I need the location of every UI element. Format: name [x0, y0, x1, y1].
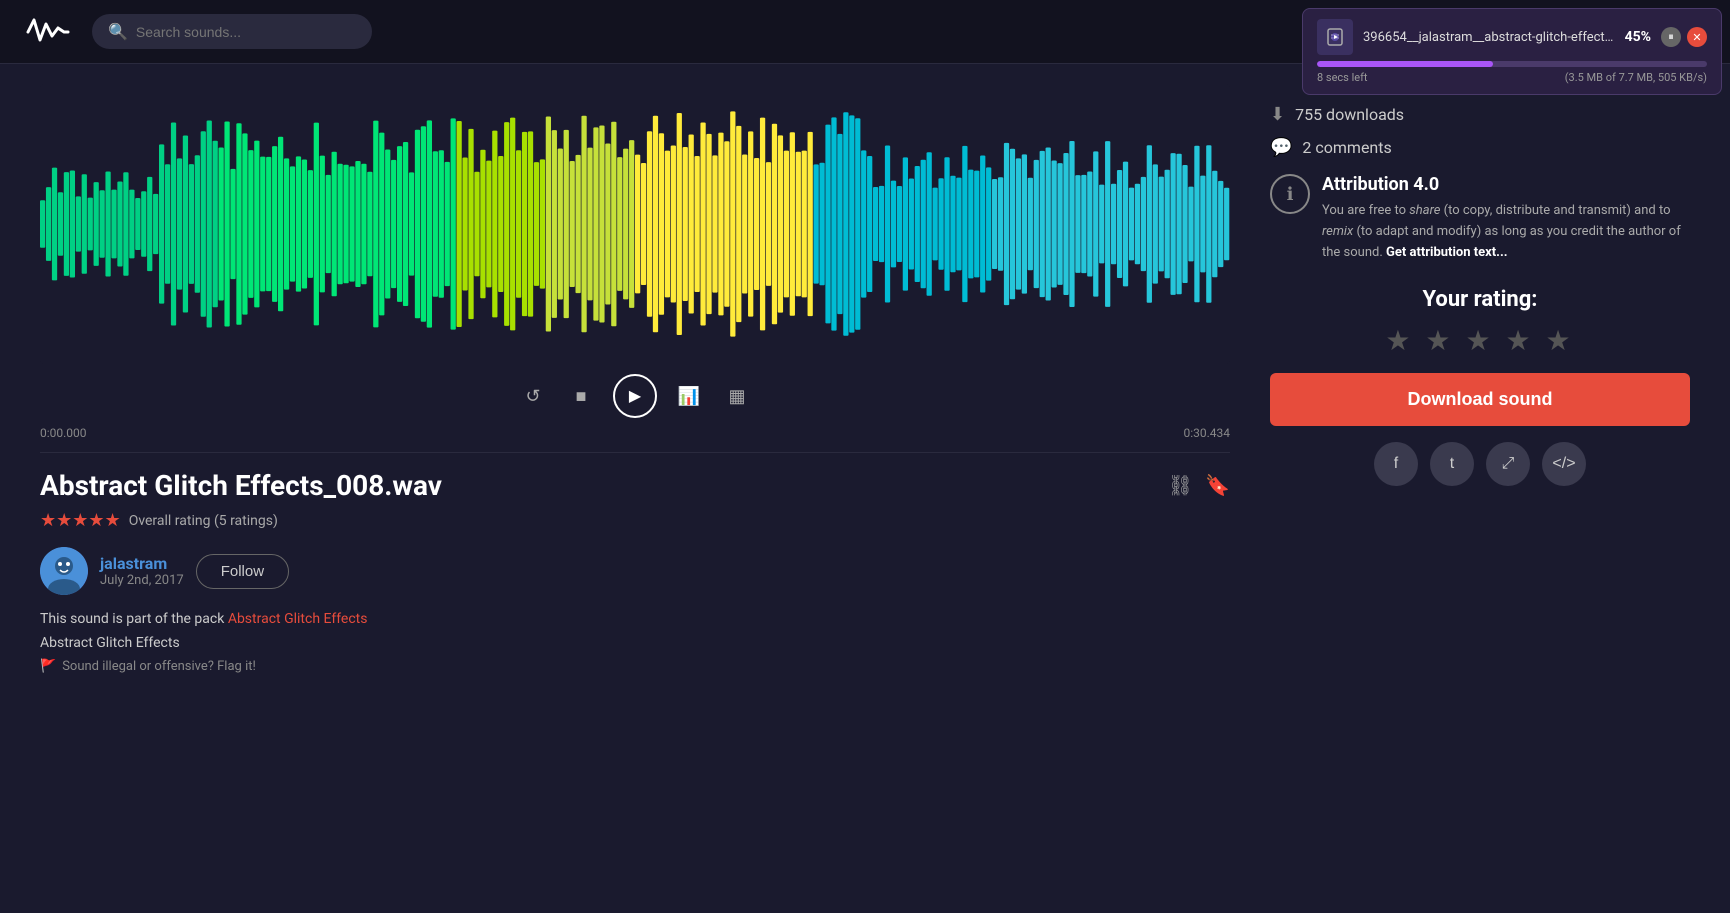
comment-icon: 💬 — [1270, 137, 1292, 158]
waveform-svg — [40, 84, 1230, 364]
popup-filename: 396654__jalastram__abstract-glitch-effec… — [1363, 30, 1615, 45]
volume-button[interactable]: 📊 — [673, 380, 705, 412]
share-button[interactable]: ⤢ — [1486, 442, 1530, 486]
main-content: ↺ ■ ▶ 📊 ▦ 0:00.000 0:30.434 Abstract Gli… — [0, 64, 1730, 694]
search-icon: 🔍 — [108, 22, 128, 41]
flag-icon: 🚩 — [40, 659, 56, 674]
embed-button[interactable]: </> — [1542, 442, 1586, 486]
downloads-count: 755 downloads — [1295, 105, 1404, 124]
comments-stat: 💬 2 comments — [1270, 137, 1690, 158]
popup-file-icon — [1317, 19, 1353, 55]
pack-info: This sound is part of the pack Abstract … — [40, 611, 1230, 627]
downloads-stat: ⬇ 755 downloads — [1270, 104, 1690, 125]
loop-button[interactable]: ↺ — [517, 380, 549, 412]
link-button[interactable]: ⛓ — [1168, 473, 1193, 498]
popup-time-left: 8 secs left — [1317, 71, 1368, 84]
facebook-share-button[interactable]: f — [1374, 442, 1418, 486]
flag-text: Sound illegal or offensive? Flag it! — [62, 659, 256, 674]
popup-pause-button[interactable]: ⏸ — [1661, 27, 1681, 47]
license-icon: ℹ — [1270, 174, 1310, 214]
progress-bar-fill — [1317, 61, 1493, 67]
sound-stars: ★★★★★ — [40, 510, 121, 531]
sidebar: ⬇ 755 downloads 💬 2 comments ℹ Attributi… — [1270, 84, 1690, 674]
attribution-link[interactable]: Get attribution text... — [1386, 245, 1508, 260]
time-start: 0:00.000 — [40, 426, 87, 440]
sound-title: Abstract Glitch Effects_008.wav — [40, 469, 442, 502]
rating-text: Overall rating (5 ratings) — [129, 513, 278, 529]
timeline: 0:00.000 0:30.434 — [40, 422, 1230, 453]
flag-row: 🚩 Sound illegal or offensive? Flag it! — [40, 659, 1230, 674]
share-row: f t ⤢ </> — [1270, 442, 1690, 486]
your-rating-label: Your rating: — [1270, 287, 1690, 312]
pack-name: Abstract Glitch Effects — [40, 635, 1230, 651]
search-input[interactable] — [136, 24, 356, 40]
license-content: Attribution 4.0 You are free to share (t… — [1322, 174, 1690, 263]
author-name-link[interactable]: jalastram — [100, 554, 167, 573]
popup-close-button[interactable]: ✕ — [1687, 27, 1707, 47]
sound-title-row: Abstract Glitch Effects_008.wav ⛓ 🔖 — [40, 469, 1230, 502]
pack-link[interactable]: Abstract Glitch Effects — [228, 611, 368, 627]
bookmark-button[interactable]: 🔖 — [1205, 473, 1230, 498]
author-row: jalastram July 2nd, 2017 Follow — [40, 547, 1230, 595]
download-progress-bar — [1317, 61, 1707, 67]
stop-button[interactable]: ■ — [565, 380, 597, 412]
sound-actions: ⛓ 🔖 — [1168, 473, 1230, 498]
download-button[interactable]: Download sound — [1270, 373, 1690, 426]
follow-button[interactable]: Follow — [196, 554, 289, 589]
time-end: 0:30.434 — [1183, 426, 1230, 440]
player-section: ↺ ■ ▶ 📊 ▦ 0:00.000 0:30.434 Abstract Gli… — [40, 84, 1230, 674]
avatar — [40, 547, 88, 595]
download-icon: ⬇ — [1270, 104, 1285, 125]
play-button[interactable]: ▶ — [613, 374, 657, 418]
your-rating-section: Your rating: ★ ★ ★ ★ ★ — [1270, 287, 1690, 357]
your-rating-stars[interactable]: ★ ★ ★ ★ ★ — [1270, 324, 1690, 357]
popup-size-info: (3.5 MB of 7.7 MB, 505 KB/s) — [1565, 71, 1707, 84]
comments-count: 2 comments — [1302, 138, 1391, 157]
twitter-share-button[interactable]: t — [1430, 442, 1474, 486]
rating-row: ★★★★★ Overall rating (5 ratings) — [40, 510, 1230, 531]
license-title: Attribution 4.0 — [1322, 174, 1690, 195]
license-text: You are free to share (to copy, distribu… — [1322, 201, 1690, 263]
author-date: July 2nd, 2017 — [100, 573, 184, 588]
player-controls: ↺ ■ ▶ 📊 ▦ — [40, 364, 1230, 422]
settings-button[interactable]: ▦ — [721, 380, 753, 412]
waveform-container[interactable] — [40, 84, 1230, 364]
download-popup: 396654__jalastram__abstract-glitch-effec… — [1302, 8, 1722, 95]
logo-icon[interactable] — [24, 12, 72, 52]
popup-percent: 45% — [1625, 29, 1651, 45]
search-bar[interactable]: 🔍 — [92, 14, 372, 49]
license-block: ℹ Attribution 4.0 You are free to share … — [1270, 174, 1690, 263]
author-info: jalastram July 2nd, 2017 — [100, 554, 184, 588]
